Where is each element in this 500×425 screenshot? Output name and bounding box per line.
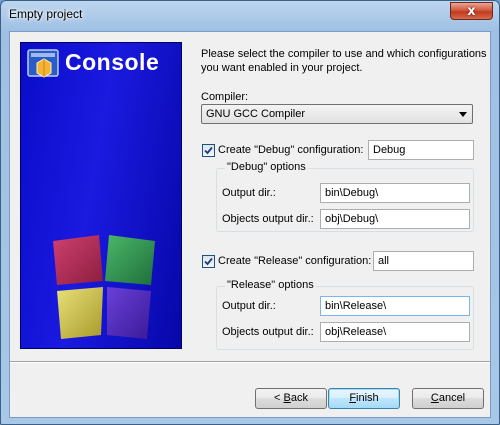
cancel-label: ancel bbox=[438, 392, 466, 404]
create-release-label[interactable]: Create "Release" configuration: bbox=[218, 255, 371, 267]
finish-button[interactable]: Finish bbox=[328, 388, 400, 409]
create-debug-checkbox[interactable] bbox=[202, 144, 215, 157]
cubes-logo-icon bbox=[53, 235, 155, 339]
debug-config-name-input[interactable]: Debug bbox=[368, 140, 474, 160]
description-line-1: Please select the compiler to use and wh… bbox=[201, 48, 487, 60]
compiler-label: Compiler: bbox=[201, 91, 249, 103]
checkmark-icon bbox=[204, 146, 213, 155]
close-button[interactable]: x bbox=[450, 2, 493, 20]
release-objects-dir-input[interactable]: obj\Release\ bbox=[320, 322, 470, 342]
button-separator bbox=[10, 361, 490, 363]
debug-objects-dir-input[interactable]: obj\Debug\ bbox=[320, 209, 470, 229]
create-debug-label[interactable]: Create "Debug" configuration: bbox=[218, 144, 363, 156]
back-button[interactable]: < Back bbox=[255, 388, 327, 409]
debug-options-legend: "Debug" options bbox=[225, 161, 308, 173]
title-bar[interactable]: Empty project x bbox=[1, 1, 499, 31]
create-release-checkbox[interactable] bbox=[202, 255, 215, 268]
release-config-name-input[interactable]: all bbox=[373, 251, 474, 271]
compiler-selected-value: GNU GCC Compiler bbox=[206, 108, 306, 120]
release-options-legend: "Release" options bbox=[225, 279, 316, 291]
wizard-window: Empty project x Console Please select th… bbox=[0, 0, 500, 425]
debug-objects-dir-label: Objects output dir.: bbox=[222, 213, 314, 225]
debug-output-dir-label: Output dir.: bbox=[222, 187, 276, 199]
dialog-client-area: Console Please select the compiler to us… bbox=[9, 31, 491, 418]
release-objects-dir-label: Objects output dir.: bbox=[222, 326, 314, 338]
wizard-banner: Console bbox=[20, 42, 182, 349]
finish-label: inish bbox=[356, 392, 379, 404]
description-line-2: you want enabled in your project. bbox=[201, 62, 363, 74]
compiler-select[interactable]: GNU GCC Compiler bbox=[201, 104, 473, 124]
code-blocks-logo-icon bbox=[27, 49, 59, 78]
back-accelerator: B bbox=[283, 392, 291, 404]
release-output-dir-input[interactable]: bin\Release\ bbox=[320, 296, 470, 316]
back-arrow-text: < bbox=[274, 392, 284, 404]
banner-title: Console bbox=[65, 49, 160, 75]
chevron-down-icon[interactable] bbox=[459, 112, 467, 117]
debug-output-dir-input[interactable]: bin\Debug\ bbox=[320, 183, 470, 203]
back-label: ack bbox=[290, 392, 308, 404]
cancel-button[interactable]: Cancel bbox=[412, 388, 484, 409]
release-output-dir-label: Output dir.: bbox=[222, 300, 276, 312]
cancel-accelerator: C bbox=[430, 392, 439, 404]
close-icon: x bbox=[467, 4, 476, 19]
window-title: Empty project bbox=[9, 7, 83, 21]
checkmark-icon bbox=[204, 257, 213, 266]
